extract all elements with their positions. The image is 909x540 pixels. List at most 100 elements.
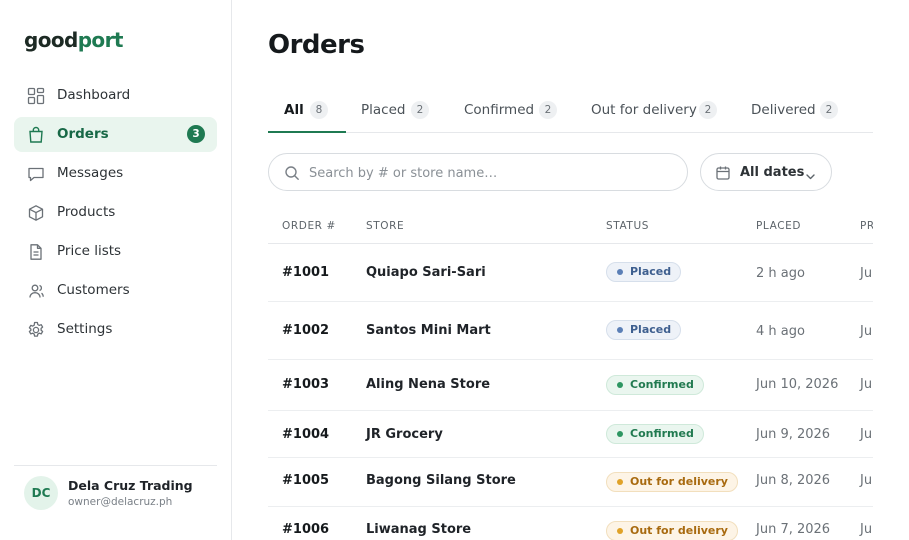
placed-date: Jun 8, 2026 — [756, 473, 831, 488]
status-badge: Out for delivery — [606, 472, 738, 492]
status-dot — [617, 431, 623, 437]
status-dot — [617, 528, 623, 534]
dashboard-icon — [27, 87, 45, 105]
column-header-status[interactable]: STATUS — [606, 220, 649, 232]
brand-logo-part2: port — [77, 28, 124, 52]
sidebar-item-label: Price lists — [57, 243, 122, 259]
sidebar-item-price-lists[interactable]: Price lists — [14, 234, 217, 269]
sidebar-item-messages[interactable]: Messages — [14, 156, 217, 191]
sidebar-item-label: Messages — [57, 165, 124, 181]
document-icon — [27, 243, 45, 261]
status-tabs: All 8 Placed 2 Confirmed 2 Out for deliv… — [268, 94, 873, 133]
tab-label: Delivered — [751, 102, 816, 118]
column-header-placed[interactable]: PLACED — [756, 220, 801, 232]
avatar[interactable]: DC — [24, 476, 58, 510]
sidebar-item-label: Dashboard — [57, 87, 131, 103]
order-number[interactable]: #1003 — [282, 377, 329, 392]
status-label: Placed — [630, 265, 672, 278]
order-number[interactable]: #1002 — [282, 323, 329, 338]
page-title: Orders — [268, 30, 365, 60]
sidebar-item-label: Settings — [57, 321, 113, 337]
placed-date: Jun 10, 2026 — [756, 377, 839, 392]
store-name: Liwanag Store — [366, 522, 472, 537]
account-email: owner@delacruz.ph — [68, 496, 173, 508]
tab-count: 2 — [411, 101, 429, 119]
sidebar-item-customers[interactable]: Customers — [14, 273, 217, 308]
column-header-store[interactable]: STORE — [366, 220, 404, 232]
shopping-bag-icon — [27, 126, 45, 144]
date-filter-dropdown[interactable]: All dates — [700, 153, 832, 191]
status-label: Confirmed — [630, 427, 694, 440]
store-name: Santos Mini Mart — [366, 323, 491, 338]
table-row[interactable]: #1001 Quiapo Sari-Sari Placed 2 h ago Ju — [268, 244, 873, 302]
tab-label: Placed — [361, 102, 406, 118]
table-row[interactable]: #1004 JR Grocery Confirmed Jun 9, 2026 J… — [268, 411, 873, 458]
status-badge: Placed — [606, 320, 682, 340]
status-label: Out for delivery — [630, 524, 728, 537]
store-name: JR Grocery — [366, 427, 443, 442]
status-dot — [617, 479, 623, 485]
store-name: Quiapo Sari-Sari — [366, 265, 486, 280]
status-badge: Confirmed — [606, 375, 704, 395]
sidebar-item-settings[interactable]: Settings — [14, 312, 217, 347]
status-badge: Placed — [606, 262, 682, 282]
search-icon — [284, 165, 300, 181]
table-header: ORDER # STORE STATUS PLACED PR — [268, 210, 873, 244]
order-number[interactable]: #1004 — [282, 427, 329, 442]
status-dot — [617, 382, 623, 388]
tab-count: 8 — [310, 101, 328, 119]
status-label: Confirmed — [630, 378, 694, 391]
column-header-order[interactable]: ORDER # — [282, 220, 336, 232]
orders-table: ORDER # STORE STATUS PLACED PR #1001 Qui… — [268, 210, 873, 540]
tab-label: All — [284, 102, 304, 118]
table-row[interactable]: #1006 Liwanag Store Out for delivery Jun… — [268, 507, 873, 540]
active-tab-indicator — [268, 131, 346, 133]
truncated-cell: Ju — [860, 473, 873, 488]
status-label: Placed — [630, 323, 672, 336]
sidebar-item-label: Customers — [57, 282, 130, 298]
brand-logo[interactable]: goodport — [24, 28, 123, 52]
search-input[interactable] — [309, 163, 669, 183]
truncated-cell: Ju — [860, 324, 873, 339]
column-header-pr[interactable]: PR — [860, 220, 873, 232]
truncated-cell: Ju — [860, 377, 873, 392]
search-box[interactable] — [268, 153, 688, 191]
placed-date: Jun 7, 2026 — [756, 522, 831, 537]
status-label: Out for delivery — [630, 475, 728, 488]
gear-icon — [27, 321, 45, 339]
status-dot — [617, 327, 623, 333]
tab-label: Confirmed — [464, 102, 535, 118]
tab-count: 2 — [539, 101, 557, 119]
sidebar-item-products[interactable]: Products — [14, 195, 217, 230]
table-row[interactable]: #1002 Santos Mini Mart Placed 4 h ago Ju — [268, 302, 873, 360]
sidebar: goodport Dashboard Orders 3 Messages Pro… — [0, 0, 232, 540]
box-icon — [27, 204, 45, 222]
users-icon — [27, 282, 45, 300]
status-badge: Out for delivery — [606, 521, 738, 540]
message-icon — [27, 165, 45, 183]
placed-date: 2 h ago — [756, 266, 805, 281]
sidebar-item-label: Products — [57, 204, 116, 220]
table-row[interactable]: #1005 Bagong Silang Store Out for delive… — [268, 458, 873, 507]
store-name: Bagong Silang Store — [366, 473, 516, 488]
account-name: Dela Cruz Trading — [68, 478, 193, 493]
sidebar-item-orders[interactable]: Orders 3 — [14, 117, 217, 152]
tab-label: Out for delivery — [591, 102, 697, 118]
status-badge: Confirmed — [606, 424, 704, 444]
tab-count: 2 — [699, 101, 717, 119]
truncated-cell: Ju — [860, 522, 873, 537]
placed-date: 4 h ago — [756, 324, 805, 339]
truncated-cell: Ju — [860, 427, 873, 442]
placed-date: Jun 9, 2026 — [756, 427, 831, 442]
order-number[interactable]: #1005 — [282, 473, 329, 488]
sidebar-item-dashboard[interactable]: Dashboard — [14, 78, 217, 113]
chevron-down-icon — [805, 167, 816, 180]
table-row[interactable]: #1003 Aling Nena Store Confirmed Jun 10,… — [268, 360, 873, 411]
store-name: Aling Nena Store — [366, 377, 491, 392]
calendar-icon — [715, 165, 731, 181]
order-number[interactable]: #1001 — [282, 265, 329, 280]
tab-count: 2 — [820, 101, 838, 119]
truncated-cell: Ju — [860, 266, 873, 281]
order-number[interactable]: #1006 — [282, 522, 329, 537]
sidebar-divider — [14, 465, 217, 466]
